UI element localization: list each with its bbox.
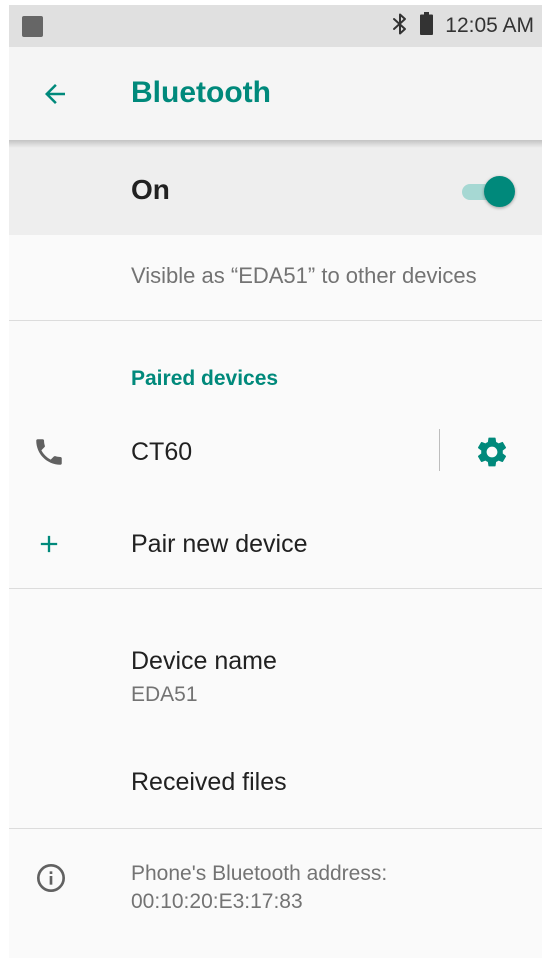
device-settings-button[interactable] (468, 430, 516, 474)
paired-devices-header: Paired devices (131, 367, 279, 390)
pair-new-device-row[interactable]: Pair new device (9, 498, 542, 588)
toolbar-shadow (9, 140, 542, 148)
device-name-value: EDA51 (131, 683, 198, 706)
notification-icon (22, 16, 43, 37)
received-files-label: Received files (131, 768, 287, 796)
divider (9, 588, 542, 589)
bluetooth-toggle[interactable] (460, 175, 517, 209)
status-indicators: 12:05 AM (392, 5, 534, 47)
bluetooth-address-label: Phone's Bluetooth address: (131, 862, 388, 885)
device-name-row[interactable]: Device name EDA51 (9, 625, 542, 725)
divider (9, 320, 542, 321)
paired-device-name: CT60 (131, 438, 193, 466)
status-time: 12:05 AM (445, 14, 534, 37)
status-bar: 12:05 AM (9, 5, 542, 47)
bluetooth-address-value: 00:10:20:E3:17:83 (131, 890, 303, 913)
bluetooth-master-switch-bar[interactable]: On (9, 140, 542, 235)
back-button[interactable] (31, 72, 79, 116)
arrow-back-icon (45, 84, 65, 104)
phone-icon (29, 432, 69, 472)
visibility-text: Visible as “EDA51” to other devices (131, 263, 477, 288)
info-icon (35, 862, 67, 894)
toolbar: Bluetooth (9, 47, 542, 140)
battery-icon (420, 12, 434, 40)
vertical-separator (439, 429, 440, 471)
page-title: Bluetooth (131, 76, 271, 109)
screen: 12:05 AM Bluetooth On Visible as “EDA51”… (0, 0, 542, 958)
divider (9, 828, 542, 829)
bluetooth-settings-screen: 12:05 AM Bluetooth On Visible as “EDA51”… (9, 5, 542, 958)
device-name-title: Device name (131, 647, 277, 675)
received-files-row[interactable]: Received files (9, 740, 542, 825)
bluetooth-address-info: Phone's Bluetooth address: 00:10:20:E3:1… (131, 860, 387, 916)
bluetooth-icon (392, 12, 408, 41)
gear-icon (477, 437, 507, 467)
toggle-thumb (484, 176, 515, 207)
pair-new-device-label: Pair new device (131, 530, 308, 558)
master-switch-label: On (131, 174, 170, 205)
plus-icon (29, 524, 69, 564)
paired-device-row[interactable]: CT60 (9, 406, 542, 498)
